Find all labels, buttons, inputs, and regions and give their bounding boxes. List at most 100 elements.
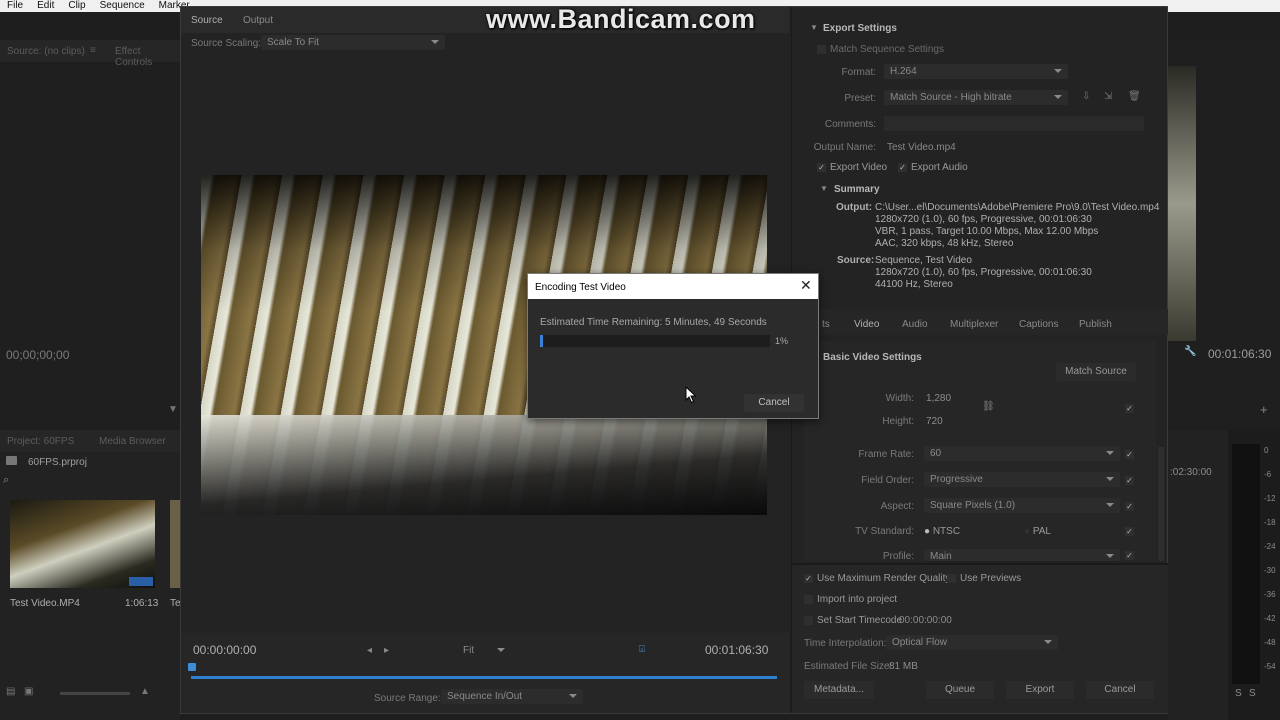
tab-multiplexer[interactable]: Multiplexer: [950, 319, 998, 330]
start-timecode-checkbox[interactable]: Set Start Timecode: [804, 615, 902, 626]
summary-source-lines: Sequence, Test Video 1280x720 (1.0), 60 …: [875, 255, 1092, 291]
output-name-link[interactable]: Test Video.mp4: [887, 142, 956, 153]
tab-source-no-clips[interactable]: Source: (no clips): [7, 46, 85, 57]
metadata-button[interactable]: Metadata...: [804, 681, 874, 699]
source-range-dropdown[interactable]: Sequence In/Out: [441, 689, 583, 704]
wrench-icon[interactable]: 🔧: [1184, 346, 1196, 357]
start-timecode-value[interactable]: 00:00:00:00: [899, 615, 952, 626]
comments-input[interactable]: [884, 116, 1144, 131]
crop-icon[interactable]: ⌻: [639, 644, 645, 655]
tab-output[interactable]: Output: [243, 15, 273, 26]
format-dropdown[interactable]: H.264: [884, 64, 1068, 79]
tab-effects[interactable]: ts: [822, 319, 830, 330]
source-range-value: Sequence In/Out: [447, 691, 523, 702]
tab-captions[interactable]: Captions: [1019, 319, 1058, 330]
profile-dropdown[interactable]: Main: [924, 549, 1120, 561]
zoom-slider[interactable]: [60, 692, 130, 695]
zoom-mountain-icon[interactable]: ▲: [140, 686, 150, 697]
meter-tick: 0: [1264, 446, 1269, 455]
aspect-dropdown[interactable]: Square Pixels (1.0): [924, 498, 1120, 513]
list-view-icon[interactable]: ▤: [6, 686, 15, 697]
use-previews-checkbox[interactable]: Use Previews: [947, 573, 1021, 584]
match-source-button[interactable]: Match Source: [1056, 363, 1136, 381]
tab-source[interactable]: Source: [191, 15, 223, 26]
tab-effect-controls[interactable]: Effect Controls: [115, 46, 180, 68]
profile-value: Main: [930, 551, 952, 561]
fit-dropdown[interactable]: Fit: [457, 643, 511, 658]
menu-clip[interactable]: Clip: [61, 0, 92, 12]
height-value[interactable]: 720: [926, 416, 943, 427]
settings-scrollbar[interactable]: [1158, 447, 1164, 561]
field-order-dropdown[interactable]: Progressive: [924, 472, 1120, 487]
search-icon[interactable]: ⌕: [3, 474, 9, 487]
cancel-encoding-button[interactable]: Cancel: [744, 394, 804, 412]
panel-menu-icon[interactable]: ≡: [90, 45, 96, 56]
tab-media-browser[interactable]: Media Browser: [99, 436, 166, 447]
import-preset-icon[interactable]: ⇲: [1104, 91, 1112, 102]
timecode-end[interactable]: 00:01:06:30: [705, 643, 768, 657]
menu-sequence[interactable]: Sequence: [93, 0, 152, 12]
tab-audio[interactable]: Audio: [902, 319, 928, 330]
match-sequence-checkbox[interactable]: Match Sequence Settings: [817, 44, 944, 55]
tv-standard-check[interactable]: ✓: [1125, 526, 1138, 537]
import-project-checkbox[interactable]: Import into project: [804, 594, 897, 605]
clip-thumbnail[interactable]: [10, 500, 155, 588]
marker-icon[interactable]: ▼: [168, 404, 178, 415]
source-scaling-dropdown[interactable]: Scale To Fit: [261, 35, 445, 50]
queue-button[interactable]: Queue: [926, 681, 994, 699]
preset-dropdown[interactable]: Match Source - High bitrate: [884, 90, 1068, 105]
frame-rate-check[interactable]: ✓: [1125, 449, 1138, 460]
summary-source-line: 44100 Hz, Stereo: [875, 279, 953, 290]
output-name-label: Output Name:: [813, 142, 876, 153]
link-icon[interactable]: ⛓: [982, 401, 995, 412]
ntsc-radio[interactable]: ● NTSC: [924, 526, 960, 537]
summary-collapse-icon[interactable]: ▼: [820, 184, 828, 193]
playhead-handle[interactable]: [188, 663, 196, 671]
save-preset-icon[interactable]: ⇩: [1082, 91, 1090, 102]
field-order-check[interactable]: ✓: [1125, 475, 1138, 486]
menu-edit[interactable]: Edit: [30, 0, 61, 12]
clip-duration: 1:06:13: [125, 598, 159, 609]
summary-output-line: VBR, 1 pass, Target 10.00 Mbps, Max 12.0…: [875, 226, 1099, 237]
clip-badge-icon: [129, 577, 153, 586]
frame-rate-dropdown[interactable]: 60: [924, 446, 1120, 461]
mark-in-icon[interactable]: ◂: [367, 645, 372, 656]
dialog-titlebar[interactable]: Encoding Test Video ✕: [528, 274, 818, 299]
cancel-export-button[interactable]: Cancel: [1086, 681, 1154, 699]
menu-file[interactable]: File: [0, 0, 30, 12]
tab-publish[interactable]: Publish: [1079, 319, 1112, 330]
source-scaling-value: Scale To Fit: [267, 37, 320, 48]
export-button[interactable]: Export: [1006, 681, 1074, 699]
aspect-check[interactable]: ✓: [1125, 501, 1138, 512]
aspect-value: Square Pixels (1.0): [930, 500, 1016, 511]
meter-tick: -30: [1264, 566, 1276, 575]
pal-radio[interactable]: ● PAL: [1024, 526, 1051, 537]
close-icon[interactable]: ✕: [800, 277, 812, 294]
export-audio-checkbox[interactable]: ✓ Export Audio: [898, 162, 968, 173]
width-value[interactable]: 1,280: [926, 393, 951, 404]
meter-solo-right[interactable]: S: [1249, 688, 1256, 699]
export-settings-collapse-icon[interactable]: ▼: [810, 23, 818, 32]
clip-thumbnail-2[interactable]: [170, 500, 180, 588]
meter-tick: -24: [1264, 542, 1276, 551]
meter-tick: -6: [1264, 470, 1272, 479]
meter-solo-left[interactable]: S: [1235, 688, 1242, 699]
summary-output-line: C:\User...el\Documents\Adobe\Premiere Pr…: [875, 202, 1160, 213]
tab-video[interactable]: Video: [854, 319, 879, 330]
timecode-start[interactable]: 00:00:00:00: [193, 643, 256, 657]
program-timecode[interactable]: 00:01:06:30: [1208, 347, 1271, 361]
icon-view-icon[interactable]: ▣: [24, 686, 33, 697]
export-video-checkbox[interactable]: ✓ Export Video: [817, 162, 887, 173]
max-render-checkbox[interactable]: ✓ Use Maximum Render Quality: [804, 573, 950, 584]
timeline-range-bar[interactable]: [191, 676, 777, 679]
time-interp-dropdown[interactable]: Optical Flow: [886, 635, 1058, 650]
profile-label: Profile:: [882, 551, 914, 562]
mark-out-icon[interactable]: ▸: [384, 645, 389, 656]
tab-project[interactable]: Project: 60FPS: [7, 436, 74, 447]
source-timecode[interactable]: 00;00;00;00: [6, 348, 69, 362]
source-range-label: Source Range:: [374, 693, 441, 704]
add-icon[interactable]: +: [1260, 402, 1268, 417]
profile-check[interactable]: ✓: [1125, 550, 1138, 561]
delete-preset-icon[interactable]: 🗑: [1128, 91, 1141, 102]
width-check[interactable]: ✓: [1125, 403, 1138, 414]
